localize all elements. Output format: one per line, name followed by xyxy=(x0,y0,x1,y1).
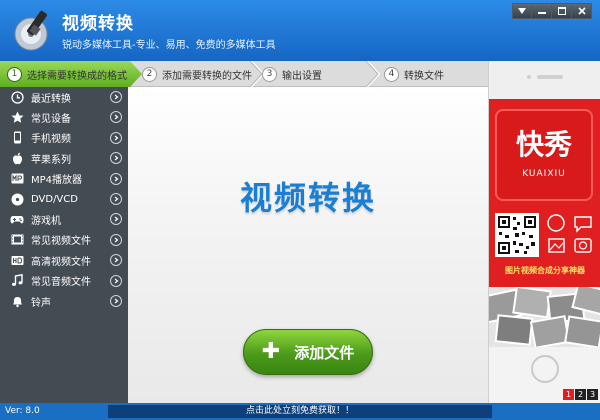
bell-icon xyxy=(10,294,24,308)
sidebar-item-apple[interactable]: 苹果系列 xyxy=(0,148,128,168)
step-2[interactable]: 2 添加需要转换的文件 xyxy=(142,61,252,87)
ad-page-3[interactable]: 3 xyxy=(587,389,598,400)
step-label: 转换文件 xyxy=(404,70,444,82)
add-file-label: 添加文件 xyxy=(294,343,355,362)
ad-brand-en: KUAIXIU xyxy=(522,169,566,179)
app-logo-icon xyxy=(14,10,48,51)
photo-frames-icon xyxy=(489,282,600,349)
phone-speaker-icon xyxy=(527,75,563,79)
step-separator xyxy=(366,61,380,87)
version-label: Ver: 8.0 xyxy=(5,406,40,416)
sidebar-item-audio[interactable]: 常见音频文件 xyxy=(0,271,128,291)
step-label: 输出设置 xyxy=(282,70,322,82)
sidebar-item-label: 手机视频 xyxy=(31,134,71,146)
ad-photo-collage xyxy=(489,282,600,349)
close-icon xyxy=(577,7,586,15)
sidebar-item-devices[interactable]: 常见设备 xyxy=(0,107,128,127)
ad-phone-top xyxy=(489,61,600,99)
sidebar-item-hd[interactable]: 高清视频文件 xyxy=(0,250,128,270)
ad-banner: 快秀 KUAIXIU 图片视频合成分享神器 xyxy=(489,99,600,287)
chevron-right-icon xyxy=(110,131,122,144)
sidebar-item-label: DVD/VCD xyxy=(31,193,78,205)
sidebar-item-label: 高清视频文件 xyxy=(31,256,91,268)
chevron-right-icon xyxy=(110,294,122,307)
plus-icon: ✚ xyxy=(261,339,281,364)
sidebar-item-label: 苹果系列 xyxy=(31,154,71,166)
ad-brand: 快秀 xyxy=(515,128,572,161)
ad-slogan: 图片视频合成分享神器 xyxy=(505,266,585,275)
promo-link[interactable]: 点击此处立刻免费获取！！ xyxy=(108,405,492,418)
sidebar-item-label: 铃声 xyxy=(31,297,51,309)
step-label: 添加需要转换的文件 xyxy=(162,70,252,82)
title-bar: 视频转换 锐动多媒体工具-专业、易用、免费的多媒体工具 xyxy=(0,0,600,61)
format-sidebar: 最近转换 常见设备 手机视频 苹果系列 MP4播放器 DVD/VCD 游戏机 常… xyxy=(0,87,128,403)
ad-logo: 快秀 KUAIXIU xyxy=(495,109,593,201)
share-icons xyxy=(547,214,592,253)
film-icon xyxy=(10,233,24,247)
chevron-right-icon xyxy=(110,111,122,124)
star-icon xyxy=(10,111,24,125)
step-number: 1 xyxy=(7,66,22,82)
apple-icon xyxy=(10,151,24,165)
phone-icon xyxy=(10,131,24,145)
phone-home-button-icon xyxy=(531,355,559,383)
sidebar-item-phone[interactable]: 手机视频 xyxy=(0,128,128,148)
ad-panel[interactable]: 快秀 KUAIXIU 图片视频合成分享神器 1 2 3 xyxy=(488,61,600,403)
step-number: 4 xyxy=(384,66,399,82)
ad-page-1[interactable]: 1 xyxy=(563,389,574,400)
ad-pager: 1 2 3 xyxy=(563,389,598,400)
step-3[interactable]: 3 输出设置 xyxy=(262,61,322,87)
chevron-right-icon xyxy=(110,233,122,246)
sidebar-item-label: 常见视频文件 xyxy=(31,236,91,248)
music-icon xyxy=(10,274,24,288)
menu-button[interactable] xyxy=(512,3,532,19)
sidebar-item-recent[interactable]: 最近转换 xyxy=(0,87,128,107)
qr-code-icon xyxy=(495,213,539,257)
step-4[interactable]: 4 转换文件 xyxy=(384,61,444,87)
sidebar-item-label: 最近转换 xyxy=(31,93,71,105)
chevron-right-icon xyxy=(110,192,122,205)
sidebar-item-dvd[interactable]: DVD/VCD xyxy=(0,189,128,209)
gamepad-icon xyxy=(10,213,24,227)
step-number: 2 xyxy=(142,66,157,82)
sidebar-item-game[interactable]: 游戏机 xyxy=(0,209,128,229)
hd-icon xyxy=(10,253,24,267)
window-controls xyxy=(512,3,592,19)
menu-icon xyxy=(518,8,526,14)
minimize-button[interactable] xyxy=(532,3,552,19)
close-button[interactable] xyxy=(572,3,592,19)
sidebar-item-video[interactable]: 常见视频文件 xyxy=(0,230,128,250)
sidebar-item-ringtone[interactable]: 铃声 xyxy=(0,291,128,311)
ad-phone-bottom: 1 2 3 xyxy=(489,347,600,403)
chevron-right-icon xyxy=(110,274,122,287)
main-panel: 视频转换 ✚ 添加文件 xyxy=(128,87,488,403)
step-bar: 1 选择需要转换成的格式 2 添加需要转换的文件 3 输出设置 4 转换文件 xyxy=(0,61,488,87)
step-1[interactable]: 1 选择需要转换成的格式 xyxy=(7,61,127,87)
chevron-right-icon xyxy=(110,254,122,267)
disc-icon xyxy=(10,192,24,206)
app-title: 视频转换 xyxy=(62,14,134,34)
sidebar-item-label: 游戏机 xyxy=(31,216,61,228)
ad-page-2[interactable]: 2 xyxy=(575,389,586,400)
sidebar-item-label: 常见音频文件 xyxy=(31,277,91,289)
minimize-icon xyxy=(537,12,546,14)
chevron-right-icon xyxy=(110,152,122,165)
add-file-button[interactable]: ✚ 添加文件 xyxy=(243,329,373,375)
clock-icon xyxy=(10,90,24,104)
sidebar-item-label: MP4播放器 xyxy=(31,175,83,187)
chevron-right-icon xyxy=(110,213,122,226)
sidebar-item-mp4[interactable]: MP4播放器 xyxy=(0,169,128,189)
step-label: 选择需要转换成的格式 xyxy=(27,70,127,82)
app-subtitle: 锐动多媒体工具-专业、易用、免费的多媒体工具 xyxy=(62,40,276,51)
sidebar-item-label: 常见设备 xyxy=(31,114,71,126)
mp4-icon xyxy=(10,172,24,186)
status-bar: Ver: 8.0 点击此处立刻免费获取！！ xyxy=(0,403,600,420)
chevron-right-icon xyxy=(110,172,122,185)
maximize-button[interactable] xyxy=(552,3,572,19)
main-title: 视频转换 xyxy=(239,179,376,217)
maximize-icon xyxy=(557,7,566,15)
chevron-right-icon xyxy=(110,91,122,103)
step-number: 3 xyxy=(262,66,277,82)
